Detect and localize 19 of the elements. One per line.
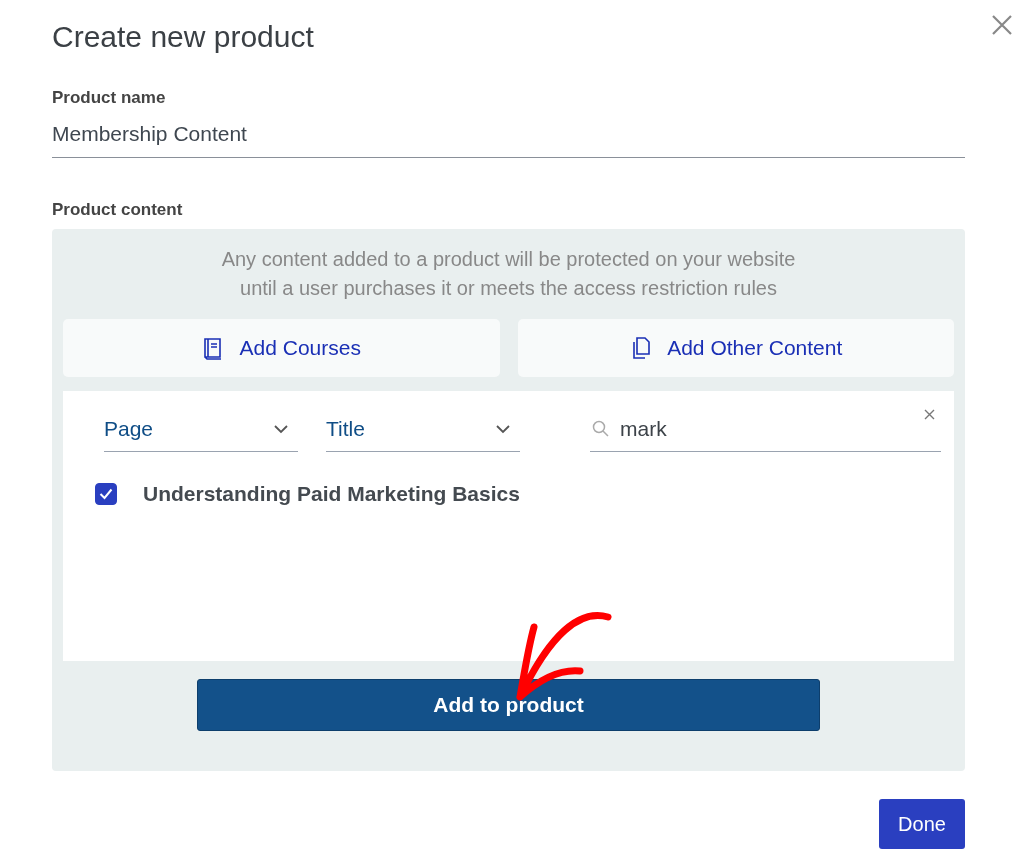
notice-text: Any content added to a product will be protected on your website until a user purchases it or meets the access restriction rules [220,247,797,301]
checkmark-icon [99,488,113,500]
add-content-button[interactable]: Add Courses [63,319,500,377]
result-title: Understanding Paid Marketing Basics [143,482,520,506]
add-content-button[interactable]: Add Other Content [517,319,954,377]
add-to-product-button[interactable]: Add to product [197,679,820,731]
dialog-title: Create new product [52,20,314,54]
book-icon [201,336,224,360]
close-icon[interactable] [991,14,1013,36]
filter-dropdown[interactable]: Page [104,411,298,452]
done-button[interactable]: Done [879,799,965,849]
section-label: Product content [52,200,184,220]
field-label: Product name [52,88,167,108]
clear-icon[interactable] [924,409,935,420]
chevron-down-icon [274,424,288,434]
search-icon [592,420,610,438]
checkbox[interactable] [95,483,117,505]
chevron-down-icon [496,424,510,434]
filter-dropdown[interactable]: Title [326,411,520,452]
